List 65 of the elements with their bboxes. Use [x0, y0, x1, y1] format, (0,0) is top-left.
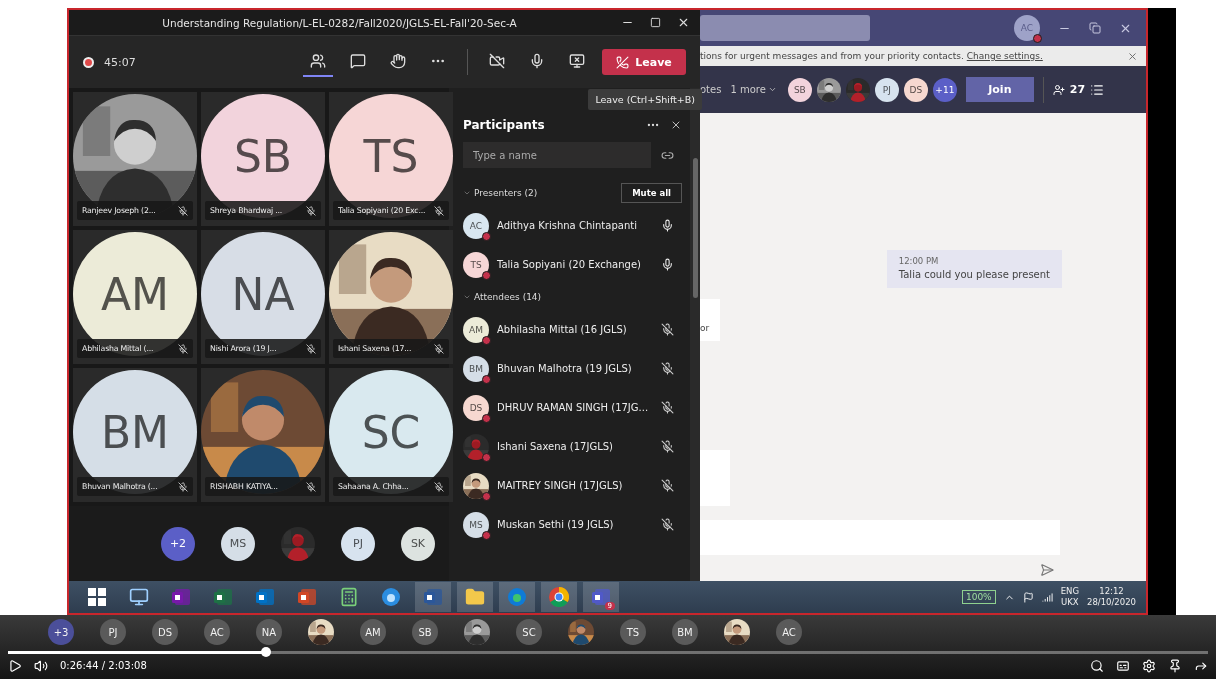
keyboard-layout-label[interactable]: UKX [1061, 597, 1079, 608]
tooltip: Leave (Ctrl+Shift+B) [588, 89, 702, 110]
group-header[interactable]: Attendees (14) [463, 292, 542, 302]
thumbnail-avatar: +3 [48, 619, 74, 646]
avatar: AC [463, 212, 489, 239]
participant-name: DHRUV RAMAN SINGH (17JG... [497, 402, 650, 413]
thumbnail-avatar: NA [256, 619, 282, 646]
message-text: or [700, 323, 710, 333]
search-field[interactable]: Type a name [463, 142, 651, 168]
thumbnail-avatar: DS [152, 619, 178, 646]
avatar: SB [787, 77, 812, 102]
clock-date[interactable]: 28/10/2020 [1087, 597, 1136, 608]
participant-row[interactable]: AM Abhilasha Mittal (16 JGLS) [463, 310, 682, 349]
participant-row[interactable]: DS DHRUV RAMAN SINGH (17JG... [463, 388, 682, 427]
tab-label[interactable]: otes [700, 84, 722, 95]
thumbnail-avatar: SB [412, 619, 438, 646]
thumbnail-avatar: BM [672, 619, 698, 646]
participant-row[interactable]: AC Adithya Krishna Chintapanti [463, 206, 682, 245]
participant-row[interactable]: BM Bhuvan Malhotra (19 JGLS) [463, 349, 682, 388]
avatar: MS [221, 526, 255, 561]
participant-row[interactable]: MS Muskan Sethi (19 JGLS) [463, 505, 682, 544]
thumbnail-avatar: PJ [100, 619, 126, 646]
overflow-count[interactable]: +11 [932, 77, 957, 102]
message-text: Talia could you please present [898, 269, 1050, 280]
avatar: AM [463, 316, 489, 343]
participant-name: Muskan Sethi (19 JGLS) [497, 519, 615, 530]
avatar: DS [903, 77, 928, 102]
participant-row[interactable]: TS Talia Sopiyani (20 Exchange) [463, 245, 682, 284]
panel-title: Participants [463, 118, 545, 132]
more-tabs-button[interactable]: 1 more [730, 84, 777, 95]
overflow-count[interactable]: +2 [161, 526, 195, 561]
thumbnail-avatar: AM [360, 619, 386, 646]
avatar: PJ [874, 77, 899, 102]
participant-name: Abhilasha Mittal (16 JGLS) [497, 324, 628, 335]
avatar: PJ [341, 526, 375, 561]
participant-name: Talia Sopiyani (20 Exchange) [497, 259, 642, 270]
avatar: TS [463, 251, 489, 278]
thumbnail-avatar: SC [516, 619, 542, 646]
message-time: 12:00 PM [898, 256, 940, 266]
avatar: MS [463, 511, 489, 538]
participant-name: Bhuvan Malhotra (19 JGLS) [497, 363, 633, 374]
mute-all-button[interactable]: Mute all [621, 183, 682, 203]
banner-text: tions for urgent messages and from your priority contacts. Change settings. [700, 51, 1043, 61]
clock-time[interactable]: 12:12 [1099, 586, 1124, 597]
change-settings-link[interactable]: Change settings. [966, 51, 1043, 61]
participant-row[interactable]: Ishani Saxena (17JGLS) [463, 427, 682, 466]
language-label[interactable]: ENG [1060, 586, 1079, 597]
thumbnail-avatar: AC [204, 619, 230, 646]
participant-name: Ishani Saxena (17JGLS) [497, 441, 614, 452]
participant-count[interactable]: 27 [1069, 83, 1086, 96]
thumbnail-avatar: AC [776, 619, 802, 646]
window-title: Understanding Regulation/L-EL-0282/Fall2020/JGLS-EL-Fall'20-Sec-A [161, 16, 518, 29]
join-button[interactable]: Join [965, 77, 1034, 102]
participant-name: Adithya Krishna Chintapanti [497, 220, 638, 231]
avatar: BM [463, 355, 489, 382]
participant-row[interactable]: MAITREY SINGH (17JGLS) [463, 466, 682, 505]
thumbnail-avatar: TS [620, 619, 646, 646]
avatar: DS [463, 394, 489, 421]
leave-button[interactable]: Leave [602, 49, 686, 75]
battery-indicator: 100% [961, 590, 996, 604]
participant-name: MAITREY SINGH (17JGLS) [497, 480, 624, 491]
avatar: SK [401, 526, 435, 561]
group-header[interactable]: Presenters (2) [463, 188, 538, 198]
meeting-timer: 45:07 [104, 55, 136, 69]
playback-time: 0:26:44 / 2:03:08 [60, 660, 147, 672]
